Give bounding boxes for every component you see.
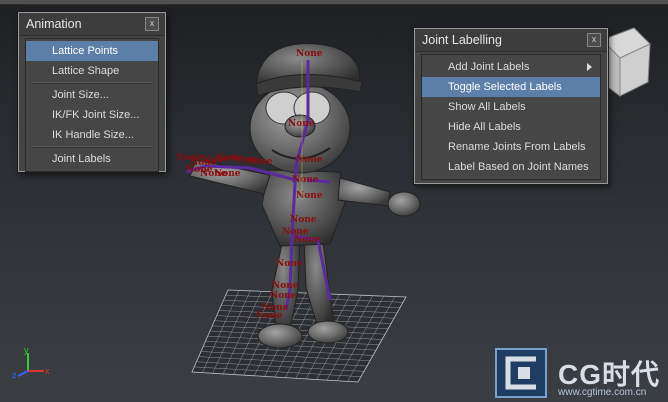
animation-menu-item-label: Lattice Points: [52, 45, 119, 57]
joint-labelling-menu-item-label: Toggle Selected Labels: [448, 81, 562, 93]
close-icon[interactable]: x: [145, 17, 159, 31]
animation-menu-item-label: IK Handle Size...: [52, 129, 134, 141]
animation-menu-item[interactable]: Joint Labels: [26, 149, 158, 169]
animation-menu-item[interactable]: Lattice Points: [26, 41, 158, 61]
joint-labelling-menu-item[interactable]: Show All Labels: [422, 97, 600, 117]
joint-labelling-menu-item[interactable]: Add Joint Labels: [422, 57, 600, 77]
animation-menu-item[interactable]: IK Handle Size...: [26, 125, 158, 145]
joint-label: None: [246, 157, 273, 167]
animation-menu-item[interactable]: IK/FK Joint Size...: [26, 105, 158, 125]
menu-separator: [32, 82, 152, 84]
animation-menu-item-label: IK/FK Joint Size...: [52, 109, 140, 121]
animation-menu: Animation x Lattice Points Lattice Shape J…: [18, 12, 166, 172]
close-icon[interactable]: x: [587, 33, 601, 47]
joint-labelling-menu-item[interactable]: Rename Joints From Labels: [422, 137, 600, 157]
joint-labelling-menu-items: Add Joint Labels Toggle Selected Labels Sh…: [421, 54, 601, 180]
animation-menu-title-text: Animation: [26, 17, 82, 31]
submenu-arrow-icon: [587, 63, 592, 71]
axis-z-line: [17, 370, 29, 377]
menu-separator: [32, 146, 152, 148]
cgtime-watermark: CG时代 www.cgtime.com.cn: [492, 345, 668, 402]
joint-labelling-menu: Joint Labelling x Add Joint Labels Toggle…: [414, 28, 608, 184]
axis-z-label: z: [12, 370, 17, 379]
joint-label: None: [294, 235, 321, 245]
joint-labelling-menu-item[interactable]: Hide All Labels: [422, 117, 600, 137]
animation-menu-item[interactable]: Lattice Shape: [26, 61, 158, 81]
animation-menu-item-label: Joint Labels: [52, 153, 111, 165]
cgtime-logo-icon: [495, 348, 547, 398]
joint-label: None: [276, 259, 303, 269]
joint-labelling-menu-item-label: Label Based on Joint Names: [448, 161, 589, 173]
joint-label: None: [296, 49, 323, 59]
joint-label: None: [256, 311, 283, 321]
joint-labelling-menu-item[interactable]: Toggle Selected Labels: [422, 77, 600, 97]
joint-labelling-menu-item-label: Hide All Labels: [448, 121, 521, 133]
animation-menu-item-label: Joint Size...: [52, 89, 109, 101]
joint-label: None: [296, 191, 323, 201]
animation-menu-item[interactable]: Joint Size...: [26, 85, 158, 105]
animation-menu-item-label: Lattice Shape: [52, 65, 120, 77]
joint-label: None: [296, 155, 323, 165]
animation-menu-title[interactable]: Animation x: [19, 13, 165, 36]
joint-labelling-menu-item-label: Add Joint Labels: [448, 61, 530, 73]
joint-labelling-menu-item[interactable]: Label Based on Joint Names: [422, 157, 600, 177]
watermark-url: www.cgtime.com.cn: [558, 387, 647, 398]
axis-y-label: y: [24, 345, 29, 355]
animation-menu-items: Lattice Points Lattice Shape Joint Size...…: [25, 38, 159, 172]
joint-label: None: [290, 215, 317, 225]
joint-labelling-menu-item-label: Rename Joints From Labels: [448, 141, 586, 153]
view-cube[interactable]: [601, 27, 651, 97]
joint-labelling-menu-item-label: Show All Labels: [448, 101, 526, 113]
joint-label: None: [272, 281, 299, 291]
joint-label: None: [270, 291, 297, 301]
axis-x-label: x: [45, 366, 50, 376]
joint-label: None: [288, 119, 315, 129]
joint-label: None: [214, 169, 241, 179]
joint-label: None: [292, 175, 319, 185]
joint-labelling-menu-title-text: Joint Labelling: [422, 33, 502, 47]
joint-labelling-menu-title[interactable]: Joint Labelling x: [415, 29, 607, 52]
axis-indicator: y x z: [12, 345, 50, 379]
3d-viewport[interactable]: None None None None None None None None None None…: [0, 0, 668, 402]
